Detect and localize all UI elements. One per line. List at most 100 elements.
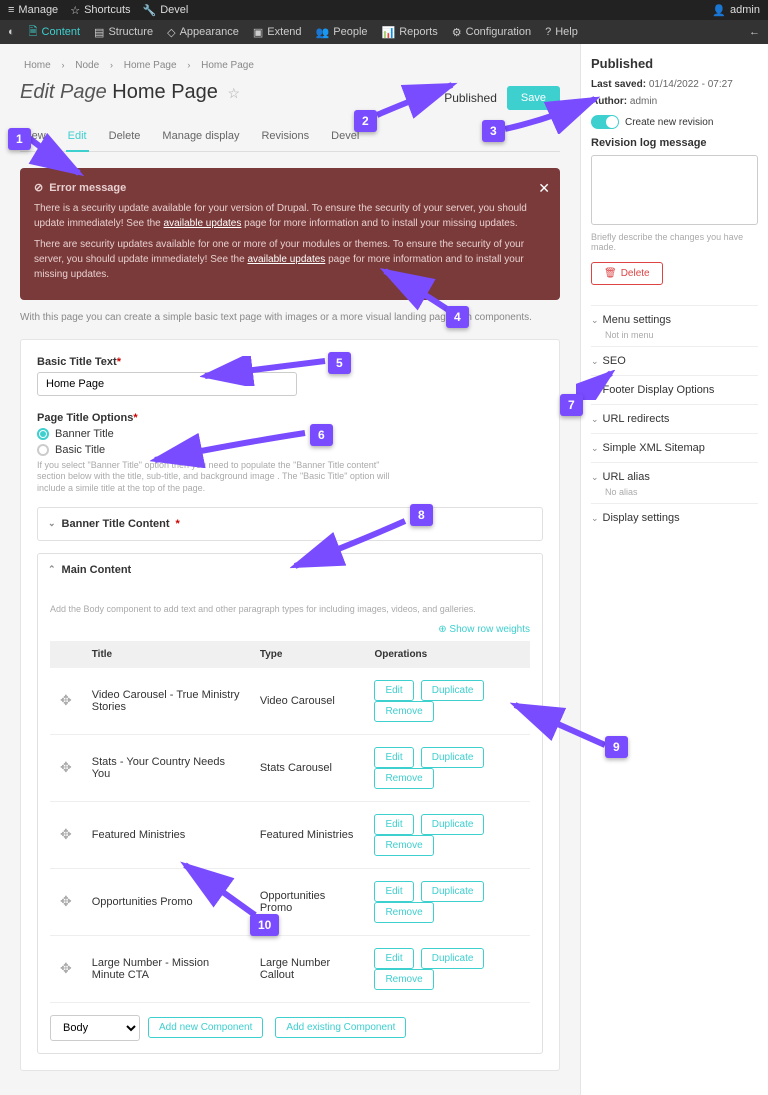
callout-2: 2 — [354, 110, 377, 132]
remove-button[interactable]: Remove — [374, 768, 433, 789]
sidebar-accordion-item[interactable]: ⌄ Display settings — [591, 503, 758, 532]
arrow-icon — [24, 128, 94, 178]
updates-link2[interactable]: available updates — [247, 254, 325, 265]
nav-extend[interactable]: ▣ Extend — [253, 26, 302, 39]
nav-people[interactable]: 👥 People — [316, 26, 368, 39]
remove-button[interactable]: Remove — [374, 902, 433, 923]
arrow-icon — [180, 860, 260, 920]
table-row: ✥ Featured Ministries Featured Ministrie… — [50, 801, 530, 868]
callout-8: 8 — [410, 504, 433, 526]
callout-3: 3 — [482, 120, 505, 142]
remove-button[interactable]: Remove — [374, 835, 433, 856]
duplicate-button[interactable]: Duplicate — [421, 747, 485, 768]
callout-9: 9 — [605, 736, 628, 758]
wrench-icon: 🔧 — [143, 4, 157, 17]
callout-4: 4 — [446, 306, 469, 328]
error-icon: ⊘ — [34, 180, 43, 197]
nav-reports[interactable]: 📊 Reports — [382, 26, 438, 39]
edit-button[interactable]: Edit — [374, 881, 413, 902]
show-row-weights[interactable]: ⊕ Show row weights — [50, 624, 530, 635]
drag-handle-icon[interactable]: ✥ — [60, 759, 72, 775]
col-title: Title — [82, 641, 250, 668]
edit-button[interactable]: Edit — [374, 680, 413, 701]
sidebar-accordion-item[interactable]: ⌄ URL redirects — [591, 404, 758, 433]
chevron-up-icon: ⌃ — [48, 564, 56, 575]
chevron-down-icon: ⌄ — [591, 356, 599, 367]
chevron-down-icon: ⌄ — [591, 513, 599, 524]
extend-icon: ▣ — [253, 26, 263, 39]
row-type: Stats Carousel — [250, 734, 365, 801]
manage-menu[interactable]: ≡ Manage — [8, 4, 58, 16]
favorite-star-icon[interactable]: ☆ — [227, 85, 240, 101]
error-alert: ✕ ⊘ Error message There is a security up… — [20, 168, 560, 300]
drupal-logo-icon[interactable]: ◐ — [8, 26, 15, 38]
duplicate-button[interactable]: Duplicate — [421, 881, 485, 902]
page-helper: With this page you can create a simple b… — [20, 312, 560, 323]
edit-button[interactable]: Edit — [374, 814, 413, 835]
drag-handle-icon[interactable]: ✥ — [60, 692, 72, 708]
tab-delete[interactable]: Delete — [107, 122, 143, 151]
delete-button[interactable]: 🗑 Delete — [591, 262, 663, 285]
row-title: Video Carousel - True Ministry Stories — [82, 668, 250, 735]
drag-handle-icon[interactable]: ✥ — [60, 826, 72, 842]
arrow-icon — [380, 266, 455, 316]
rev-hint: Briefly describe the changes you have ma… — [591, 232, 758, 252]
row-title: Large Number - Mission Minute CTA — [82, 935, 250, 1002]
structure-icon: ▤ — [94, 26, 104, 39]
edit-button[interactable]: Edit — [374, 747, 413, 768]
reports-icon: 📊 — [382, 26, 396, 39]
nav-config[interactable]: ⚙ Configuration — [452, 26, 531, 39]
arrow-icon — [372, 80, 462, 120]
nav-content[interactable]: 🗎 Content — [29, 23, 80, 42]
sidebar-accordion-sub: Not in menu — [591, 330, 758, 346]
add-new-component-button[interactable]: Add new Component — [148, 1017, 263, 1038]
adminbar: ◐ 🗎 Content ▤ Structure ◇ Appearance ▣ E… — [0, 20, 768, 44]
remove-button[interactable]: Remove — [374, 969, 433, 990]
arrow-icon — [150, 428, 310, 468]
breadcrumb: Home › Node › Home Page › Home Page — [20, 56, 560, 81]
sidebar-accordion-item[interactable]: ⌄ SEO — [591, 346, 758, 375]
devel-menu[interactable]: 🔧 Devel — [143, 4, 189, 17]
create-revision-label: Create new revision — [625, 117, 713, 128]
add-existing-component-button[interactable]: Add existing Component — [275, 1017, 406, 1038]
duplicate-button[interactable]: Duplicate — [421, 948, 485, 969]
row-type: Featured Ministries — [250, 801, 365, 868]
col-ops: Operations — [364, 641, 530, 668]
duplicate-button[interactable]: Duplicate — [421, 814, 485, 835]
close-icon[interactable]: ✕ — [538, 178, 550, 199]
component-type-select[interactable]: Body — [50, 1015, 140, 1041]
nav-appearance[interactable]: ◇ Appearance — [167, 26, 239, 39]
gear-icon: ⚙ — [452, 26, 462, 39]
updates-link[interactable]: available updates — [164, 218, 242, 229]
tab-manage-display[interactable]: Manage display — [160, 122, 241, 151]
callout-6: 6 — [310, 424, 333, 446]
user-icon: 👤 — [712, 4, 726, 17]
callout-1: 1 — [8, 128, 31, 150]
chevron-down-icon: ⌄ — [591, 414, 599, 425]
drag-handle-icon[interactable]: ✥ — [60, 960, 72, 976]
sidebar-accordion-sub: No alias — [591, 487, 758, 503]
tab-revisions[interactable]: Revisions — [259, 122, 311, 151]
sidebar-accordion-item[interactable]: ⌄ Footer Display Options — [591, 375, 758, 404]
row-type: Video Carousel — [250, 668, 365, 735]
back-arrow-icon[interactable]: ← — [749, 26, 760, 38]
last-saved: Last saved: 01/14/2022 - 07:27 — [591, 79, 758, 90]
rev-log-textarea[interactable] — [591, 155, 758, 225]
edit-button[interactable]: Edit — [374, 948, 413, 969]
chevron-down-icon: ⌄ — [591, 472, 599, 483]
nav-help[interactable]: ? Help — [545, 26, 578, 38]
trash-icon: 🗑 — [604, 268, 617, 279]
arrow-icon — [500, 94, 600, 134]
nav-structure[interactable]: ▤ Structure — [94, 26, 153, 39]
arrow-icon — [200, 356, 330, 386]
sidebar-accordion-item[interactable]: ⌄ Simple XML Sitemap — [591, 433, 758, 462]
user-menu[interactable]: 👤 admin — [712, 4, 760, 17]
remove-button[interactable]: Remove — [374, 701, 433, 722]
callout-5: 5 — [328, 352, 351, 374]
duplicate-button[interactable]: Duplicate — [421, 680, 485, 701]
arrow-icon — [510, 700, 610, 750]
drag-handle-icon[interactable]: ✥ — [60, 893, 72, 909]
shortcuts-menu[interactable]: ☆ Shortcuts — [70, 4, 130, 17]
page-title: Edit Page Home Page ☆ — [20, 81, 240, 104]
chevron-down-icon: ⌄ — [48, 518, 56, 529]
